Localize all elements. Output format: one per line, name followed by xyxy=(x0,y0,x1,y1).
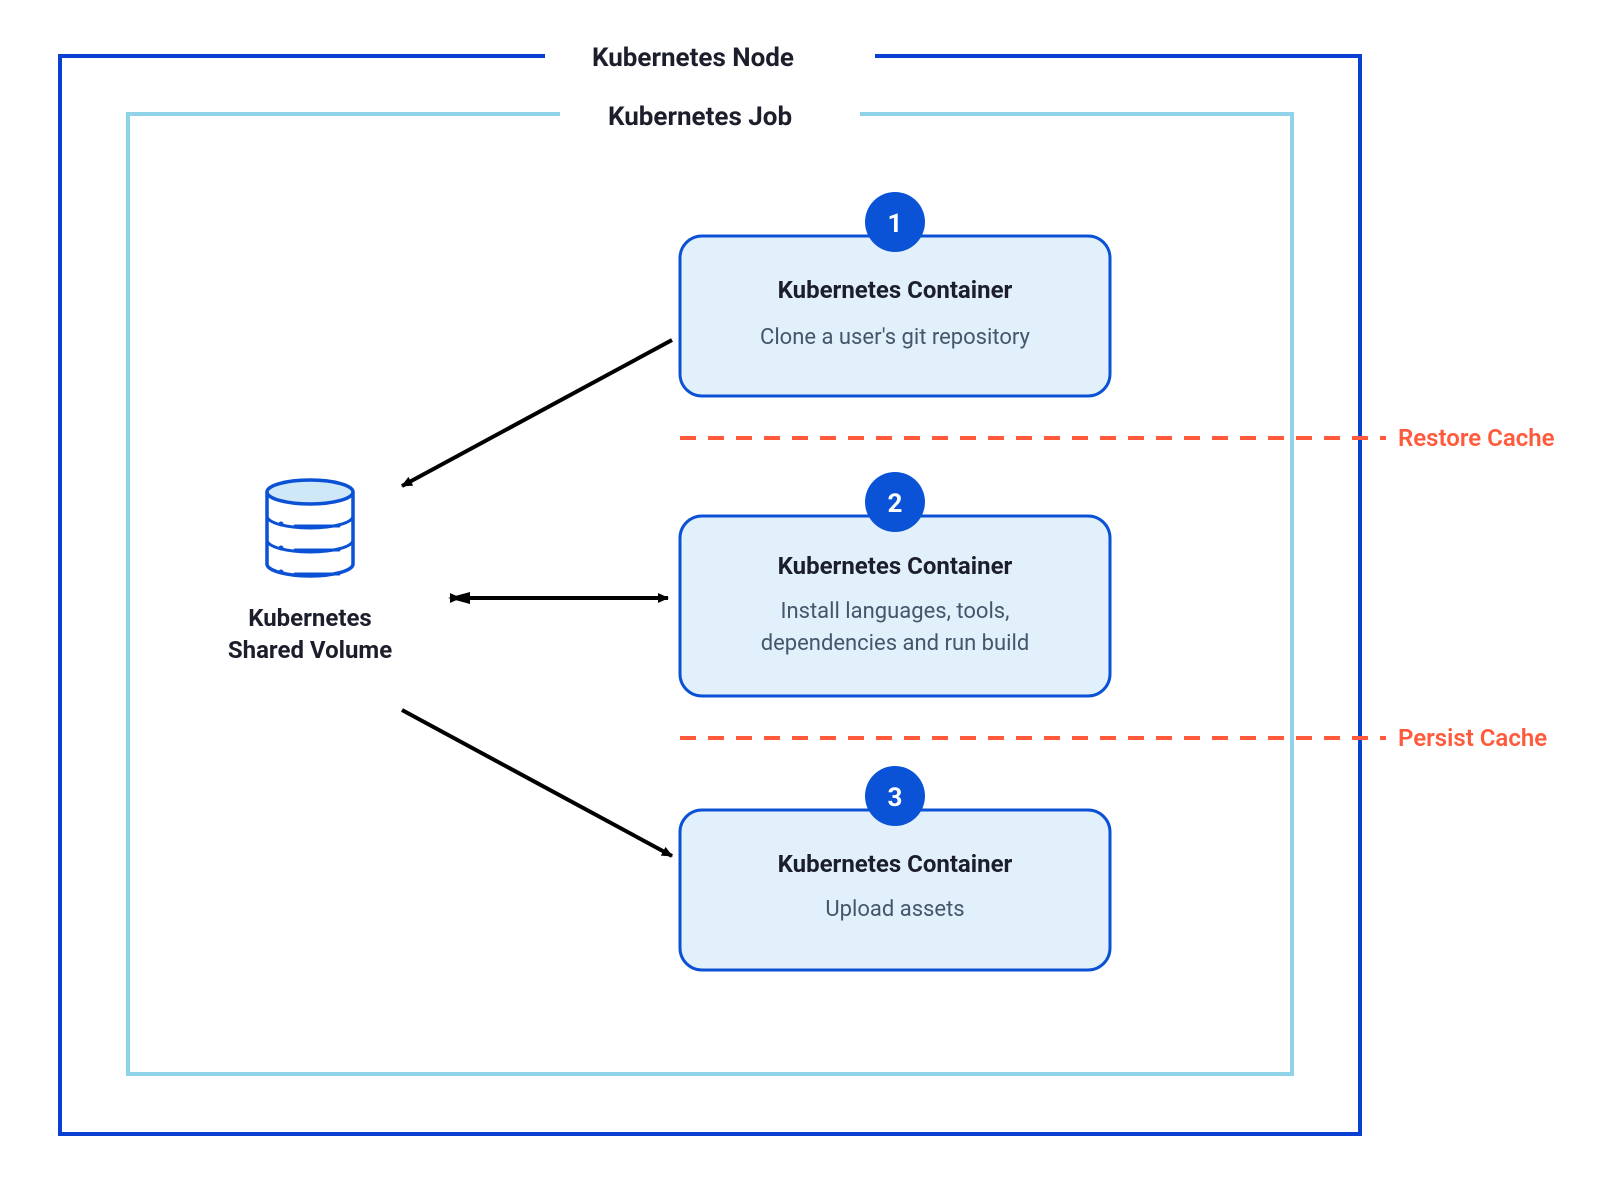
badge-3-number: 3 xyxy=(888,783,903,813)
container-card-3: Kubernetes Container Upload assets 3 xyxy=(680,766,1110,970)
container-3-subtitle: Upload assets xyxy=(825,897,964,922)
container-1-subtitle: Clone a user's git repository xyxy=(760,325,1031,350)
container-card-1: Kubernetes Container Clone a user's git … xyxy=(680,192,1110,396)
persist-cache-label: Persist Cache xyxy=(1398,724,1547,752)
shared-volume-label-line1: Kubernetes xyxy=(248,604,372,632)
container-2-subtitle-l1: Install languages, tools, xyxy=(781,599,1010,624)
arrow-start-head-fix xyxy=(448,592,470,604)
shared-volume: Kubernetes Shared Volume xyxy=(228,480,392,664)
job-box-label: Kubernetes Job xyxy=(608,102,792,132)
restore-cache-label: Restore Cache xyxy=(1398,424,1555,452)
badge-2-number: 2 xyxy=(888,489,903,519)
container-card-2: Kubernetes Container Install languages, … xyxy=(680,472,1110,696)
architecture-diagram: Kubernetes Node Kubernetes Job Kubernete… xyxy=(0,0,1600,1190)
arrow-card1-to-volume xyxy=(402,340,672,486)
container-3-title: Kubernetes Container xyxy=(778,850,1013,878)
persist-cache-divider: Persist Cache xyxy=(680,724,1547,752)
container-2-title: Kubernetes Container xyxy=(778,552,1013,580)
container-1-title: Kubernetes Container xyxy=(778,276,1013,304)
restore-cache-divider: Restore Cache xyxy=(680,424,1555,452)
badge-1-number: 1 xyxy=(888,209,903,239)
arrow-volume-to-card3 xyxy=(402,710,672,856)
container-2-subtitle-l2: dependencies and run build xyxy=(761,631,1030,656)
shared-volume-label-line2: Shared Volume xyxy=(228,636,392,664)
node-box-label: Kubernetes Node xyxy=(592,43,794,73)
database-icon xyxy=(267,480,353,576)
